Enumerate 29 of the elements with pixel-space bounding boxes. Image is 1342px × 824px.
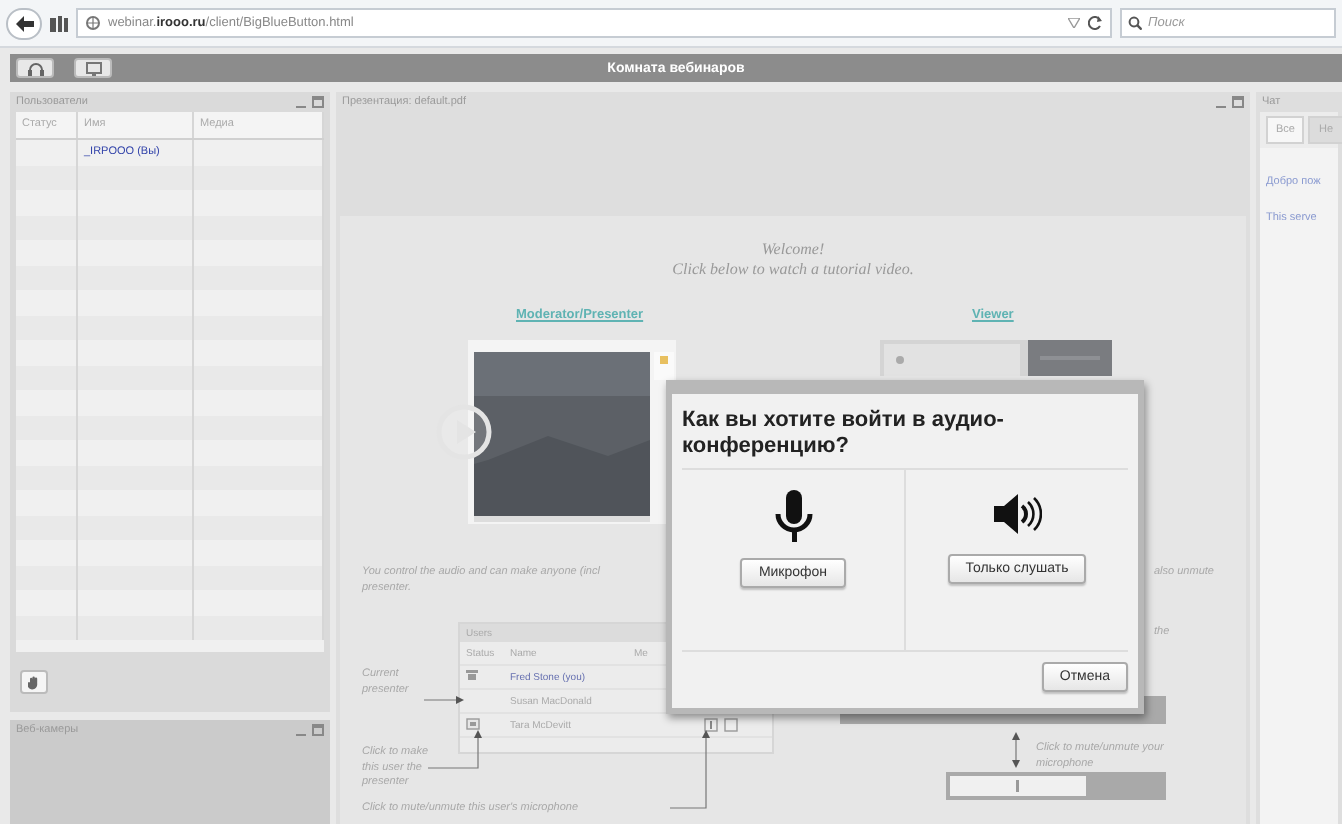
microphone-icon: [771, 490, 815, 542]
library-icon[interactable]: [50, 15, 68, 31]
leader-line: [424, 696, 464, 704]
back-arrow-icon: [15, 15, 33, 31]
screen-share-button[interactable]: [74, 58, 112, 78]
maximize-icon[interactable]: [1232, 96, 1244, 108]
monitor-icon: [85, 61, 101, 75]
leader-line: [428, 730, 484, 770]
headset-icon: [27, 61, 43, 75]
globe-icon: [86, 16, 100, 30]
double-arrow: [1012, 732, 1020, 768]
maximize-icon[interactable]: [312, 724, 324, 736]
leader-line: [670, 730, 710, 810]
reload-icon[interactable]: [1088, 16, 1102, 30]
dropdown-icon[interactable]: [1068, 18, 1080, 28]
checkbox-icon: [724, 718, 738, 732]
presenter-icon: [466, 717, 480, 729]
search-icon: [1128, 16, 1142, 30]
presenter-icon: [466, 669, 480, 681]
mic-toggle-icon: [704, 718, 718, 732]
maximize-icon[interactable]: [312, 96, 324, 108]
dialog-title: Как вы хотите войти в аудио-конференцию?: [682, 408, 1006, 462]
back-button[interactable]: [6, 7, 42, 39]
headset-button[interactable]: [16, 58, 54, 78]
welcome-heading: Welcome!: [761, 240, 825, 260]
hand-icon: [28, 675, 40, 689]
welcome-subtitle: Click below to watch a tutorial video.: [672, 260, 914, 280]
speaker-icon: [993, 490, 1041, 538]
raise-hand-button[interactable]: [20, 670, 48, 694]
